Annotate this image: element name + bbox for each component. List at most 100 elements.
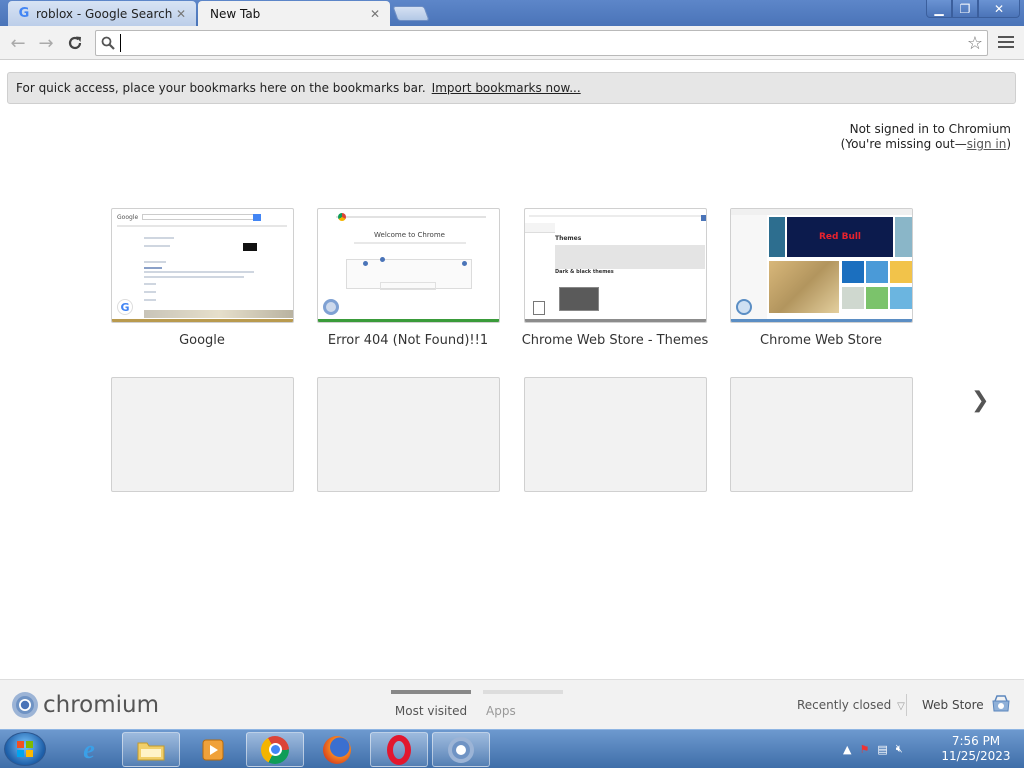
sign-in-link[interactable]: sign in: [967, 137, 1007, 151]
taskbar-explorer[interactable]: [122, 732, 180, 767]
thumb-image-strip: [144, 310, 293, 318]
maximize-button[interactable]: ❐: [952, 0, 978, 18]
taskbar-opera[interactable]: [370, 732, 428, 767]
thumb-banner: [555, 245, 705, 269]
chrome-menu-button[interactable]: [998, 34, 1014, 50]
windows-logo-icon: [17, 741, 33, 757]
taskbar-clock[interactable]: 7:56 PM 11/25/2023: [936, 734, 1016, 764]
chrome-icon: [261, 735, 289, 764]
chromium-logo: chromium: [11, 691, 159, 719]
forward-button[interactable]: →: [33, 30, 59, 56]
signin-paren: ): [1006, 137, 1011, 151]
thumb-dark-themes: Dark & black themes: [555, 269, 614, 275]
thumb-line: [144, 299, 156, 301]
action-center-flag-icon[interactable]: ⚑: [859, 743, 869, 756]
taskbar-media-player[interactable]: [184, 732, 242, 767]
close-button[interactable]: ✕: [978, 0, 1020, 18]
next-page-chevron-icon[interactable]: ❯: [971, 388, 989, 413]
most-visited-tile-error-404[interactable]: Welcome to Chrome: [317, 208, 500, 323]
most-visited-tile-empty: [111, 377, 294, 492]
thumb-button: [380, 282, 436, 290]
clock-date: 11/25/2023: [941, 749, 1011, 763]
thumb-line: [144, 283, 156, 285]
tile-title-error-404: Error 404 (Not Found)!!1: [327, 333, 489, 348]
signin-missing-text: (You're missing out—: [840, 137, 967, 151]
bookmark-star-icon[interactable]: ☆: [967, 33, 983, 54]
tab-close-icon[interactable]: ✕: [174, 7, 188, 21]
omnibox[interactable]: ☆: [95, 30, 988, 56]
web-store-icon[interactable]: [990, 693, 1012, 715]
thumb-redbull-banner: Red Bull: [787, 217, 893, 257]
tile-stripe: [731, 319, 912, 322]
thumb-dark-theme-preview: [559, 287, 599, 311]
footer-tab-most-visited[interactable]: Most visited: [391, 690, 471, 718]
omnibox-input[interactable]: [120, 34, 940, 52]
most-visited-tile-web-store[interactable]: Red Bull: [730, 208, 913, 323]
search-icon: [101, 36, 115, 50]
bookmark-bar-hint: For quick access, place your bookmarks h…: [7, 72, 1016, 104]
tile-title-web-store: Chrome Web Store: [760, 333, 882, 348]
new-tab-button[interactable]: [392, 6, 430, 21]
tab-title: New Tab: [210, 6, 261, 21]
most-visited-tile-web-store-themes[interactable]: Themes Dark & black themes: [524, 208, 707, 323]
volume-muted-icon[interactable]: 🔇︎: [896, 742, 903, 756]
minimize-icon: ▁: [934, 1, 944, 16]
taskbar-chromium[interactable]: [432, 732, 490, 767]
web-store-fav-icon: [736, 299, 752, 315]
media-player-icon: [202, 739, 224, 760]
tab-indicator: [391, 690, 471, 694]
web-store-link[interactable]: Web Store: [922, 698, 984, 712]
google-g-icon: G: [18, 6, 30, 21]
footer-tab-label: Apps: [486, 704, 516, 718]
thumb-line: [354, 242, 466, 244]
most-visited-tile-google[interactable]: Google G: [111, 208, 294, 323]
thumb-line: [144, 261, 166, 263]
tile-stripe: [318, 319, 499, 322]
taskbar-ie[interactable]: e: [60, 732, 118, 767]
footer-tab-apps[interactable]: Apps: [483, 690, 563, 718]
minimize-button[interactable]: ▁: [926, 0, 952, 18]
chromium-wordmark: chromium: [43, 692, 160, 718]
signin-promo: Not signed in to Chromium (You're missin…: [841, 122, 1011, 152]
reload-button[interactable]: [62, 30, 88, 56]
thumb-app: [890, 287, 912, 309]
folder-icon: [137, 742, 165, 760]
thumb-line: [529, 215, 705, 217]
close-icon: ✕: [993, 1, 1005, 16]
thumb-dot: [380, 257, 385, 262]
thumb-app: [842, 261, 864, 283]
thumb-line: [336, 216, 486, 218]
tab-new-tab[interactable]: New Tab ✕: [198, 1, 390, 26]
taskbar-chrome[interactable]: [246, 732, 304, 767]
thumb-welcome-title: Welcome to Chrome: [374, 231, 445, 239]
firefox-icon: [323, 735, 351, 764]
back-button[interactable]: ←: [5, 30, 31, 56]
tab-close-icon[interactable]: ✕: [368, 7, 382, 21]
thumb-panel: [769, 217, 785, 257]
thumb-themes-heading: Themes: [555, 235, 582, 242]
chrome-logo-icon: [338, 213, 346, 221]
back-arrow-icon: ←: [10, 32, 26, 54]
footer-divider: [906, 694, 907, 716]
network-icon[interactable]: ▤: [877, 743, 887, 756]
signin-status: Not signed in to Chromium: [849, 122, 1011, 136]
clock-time: 7:56 PM: [951, 734, 1001, 748]
thumb-line: [144, 291, 156, 293]
chromium-fav-icon: [323, 299, 339, 315]
thumb-game-art: [769, 261, 839, 313]
ntp-footer: chromium Most visited Apps Recently clos…: [0, 679, 1024, 729]
recently-closed-menu[interactable]: Recently closed ▽: [797, 698, 905, 712]
bookmark-bar-message: For quick access, place your bookmarks h…: [16, 81, 426, 95]
tab-roblox-search[interactable]: G roblox - Google Search ✕: [8, 1, 196, 26]
import-bookmarks-link[interactable]: Import bookmarks now...: [432, 81, 581, 95]
opera-icon: [387, 734, 411, 765]
thumb-app: [866, 287, 888, 309]
reload-icon: [68, 36, 82, 50]
toolbar: ← → ☆: [0, 26, 1024, 60]
google-g-icon: G: [117, 299, 133, 315]
taskbar-firefox[interactable]: [308, 732, 366, 767]
thumb-line: [144, 245, 170, 247]
start-button[interactable]: [4, 732, 46, 766]
thumb-line: [144, 237, 174, 239]
show-hidden-icons-icon[interactable]: ▲: [843, 743, 851, 756]
